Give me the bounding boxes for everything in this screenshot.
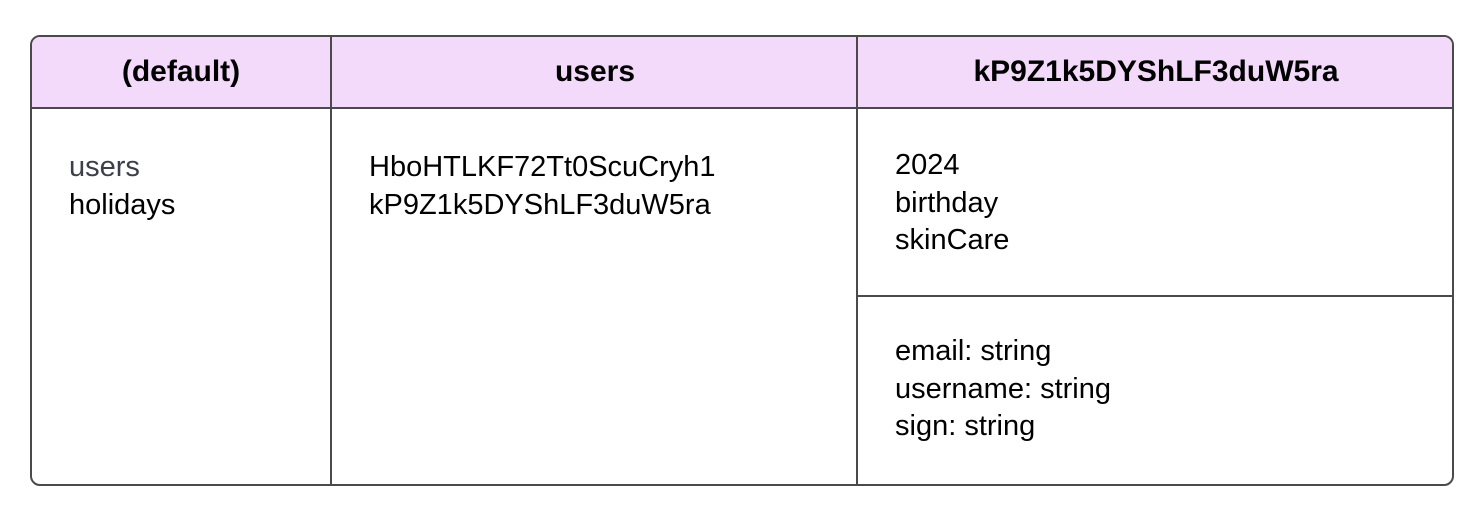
field-item: username: string [895, 372, 1111, 405]
document-id-item: kP9Z1k5DYShLF3duW5ra [369, 188, 711, 221]
users-collection-column: users HboHTLKF72Tt0ScuCryh1 kP9Z1k5DYShL… [330, 37, 858, 484]
default-column-body: users holidays [32, 109, 330, 224]
field-item: sign: string [895, 410, 1036, 442]
subcollection-item: 2024 [895, 149, 960, 181]
document-id-item: HboHTLKF72Tt0ScuCryh1 [369, 151, 716, 183]
users-column-body: HboHTLKF72Tt0ScuCryh1 kP9Z1k5DYShLF3duW5… [332, 109, 858, 224]
subcollections-section: 2024 birthday skinCare [858, 109, 1452, 297]
collection-item-holidays: holidays [69, 188, 176, 221]
document-column-header: kP9Z1k5DYShLF3duW5ra [858, 37, 1452, 109]
default-column-header: (default) [32, 37, 330, 109]
subcollection-item: skinCare [895, 224, 1010, 256]
users-column-header: users [332, 37, 858, 109]
subcollection-item: birthday [895, 186, 999, 219]
document-column: kP9Z1k5DYShLF3duW5ra 2024 birthday skinC… [856, 37, 1452, 484]
firestore-structure-diagram: (default) users holidays users HboHTLKF7… [30, 35, 1454, 486]
collection-item-users: users [69, 151, 140, 183]
fields-section: email: string username: string sign: str… [858, 297, 1452, 446]
field-item: email: string [895, 335, 1052, 367]
default-database-column: (default) users holidays [32, 37, 330, 484]
